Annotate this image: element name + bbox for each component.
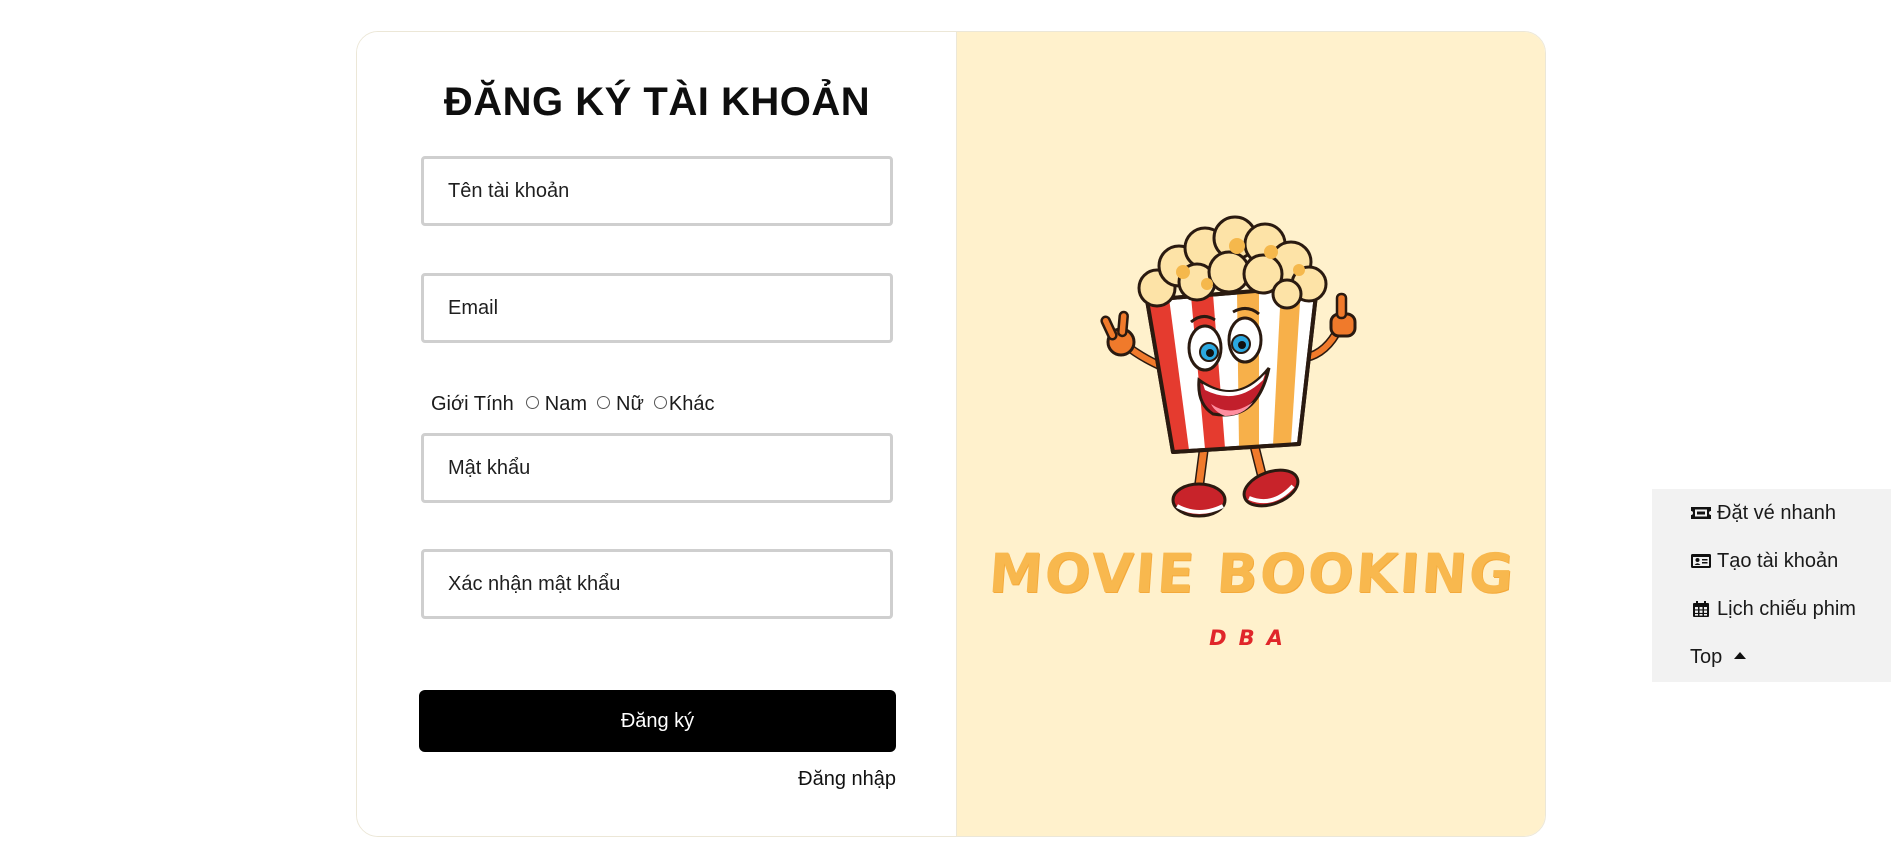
calendar-icon [1690, 599, 1712, 619]
quick-menu-label: Top [1690, 645, 1723, 668]
brand-panel: MOVIE BOOKING DBA [957, 32, 1545, 836]
gender-radio-nam[interactable] [525, 395, 539, 409]
quick-menu-item-top[interactable]: Top [1690, 644, 1747, 670]
quick-menu-item-quick-booking[interactable]: Đặt vé nhanh [1690, 500, 1836, 526]
popcorn-mascot-icon [1100, 215, 1357, 518]
gender-radio-nu[interactable] [597, 395, 611, 409]
quick-menu-label: Đặt vé nhanh [1717, 501, 1836, 524]
register-button[interactable]: Đăng ký [419, 690, 896, 752]
quick-menu-label: Tạo tài khoản [1717, 549, 1839, 572]
confirm-password-input[interactable] [424, 552, 890, 616]
email-field-wrapper [421, 273, 893, 343]
username-field-wrapper [421, 156, 893, 226]
gender-radio-khac[interactable] [653, 395, 667, 409]
username-input[interactable] [424, 159, 890, 223]
register-form: ĐĂNG KÝ TÀI KHOẢN Giới Tính Nam Nữ Khác … [357, 32, 957, 836]
gender-group: Giới Tính Nam Nữ Khác [431, 389, 718, 419]
password-input[interactable] [424, 436, 890, 500]
id-card-icon [1690, 551, 1712, 571]
gender-option-nu-label: Nữ [616, 392, 644, 415]
gender-option-nam-label: Nam [544, 392, 588, 415]
login-link[interactable]: Đăng nhập [796, 768, 896, 791]
gender-label: Giới Tính [431, 392, 514, 415]
quick-menu-item-showtimes[interactable]: Lịch chiếu phim [1690, 596, 1856, 622]
brand-subtitle: DBA [1209, 626, 1295, 650]
brand-name: MOVIE BOOKING [986, 542, 1518, 605]
email-input[interactable] [424, 276, 890, 340]
caret-up-icon [1734, 651, 1747, 659]
gender-option-khac-label: Khác [668, 392, 715, 415]
password-field-wrapper [421, 433, 893, 503]
ticket-icon [1690, 503, 1712, 523]
quick-menu-label: Lịch chiếu phim [1717, 597, 1856, 620]
page-title: ĐĂNG KÝ TÀI KHOẢN [443, 80, 871, 124]
register-card: ĐĂNG KÝ TÀI KHOẢN Giới Tính Nam Nữ Khác … [356, 31, 1546, 837]
quick-menu: Đặt vé nhanh Tạo tài khoản Lịch chiếu ph… [1652, 489, 1891, 682]
quick-menu-item-create-account[interactable]: Tạo tài khoản [1690, 548, 1838, 574]
confirm-password-field-wrapper [421, 549, 893, 619]
